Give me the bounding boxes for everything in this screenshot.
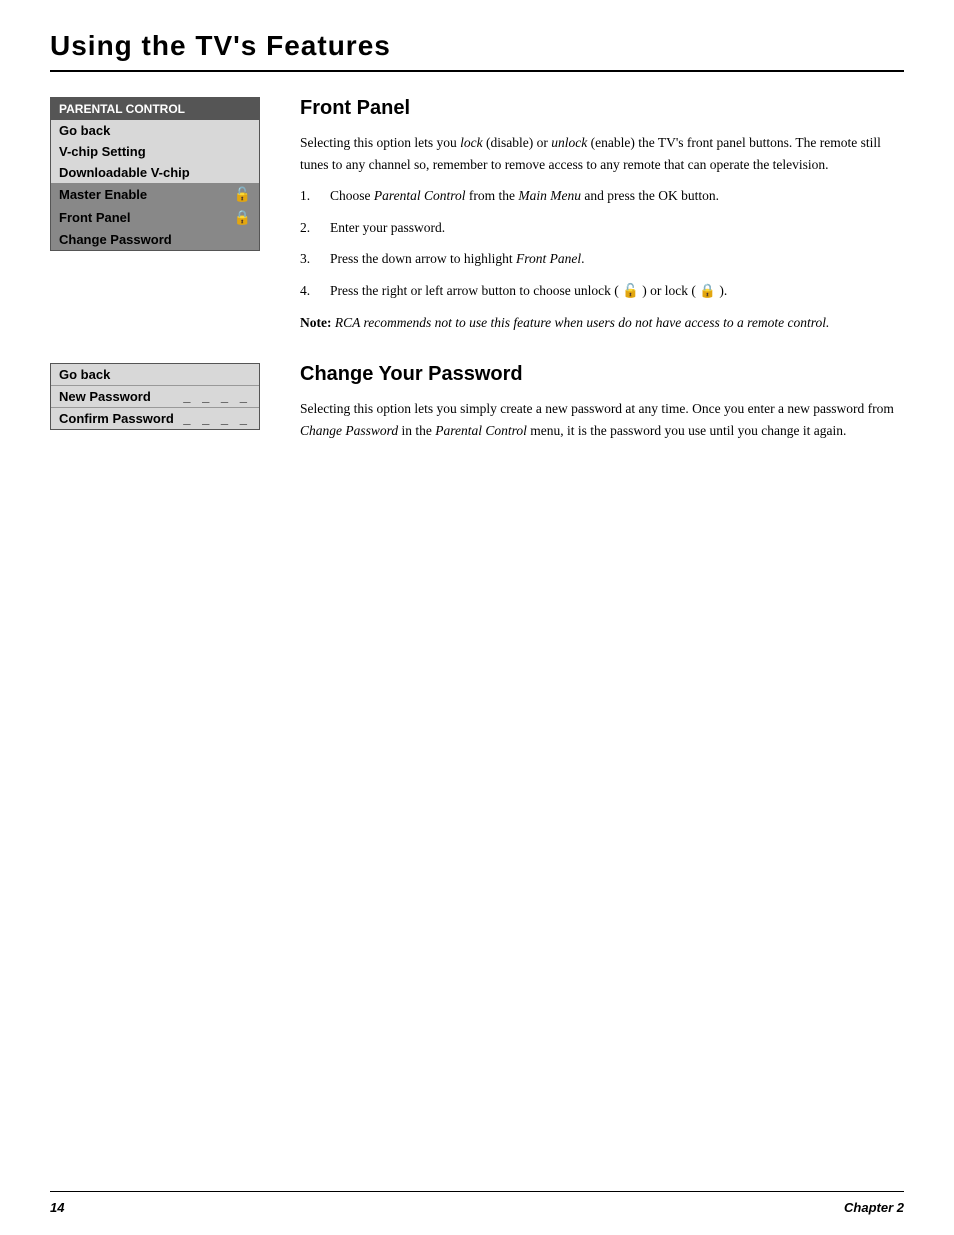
step-1: 1. Choose Parental Control from the Main…	[300, 185, 904, 207]
front-panel-section: Front Panel Selecting this option lets y…	[300, 97, 904, 333]
menu-item-label: Master Enable	[59, 187, 147, 202]
step-4: 4. Press the right or left arrow button …	[300, 280, 904, 302]
note-box: Note: RCA recommends not to use this fea…	[300, 312, 904, 334]
page-title: Using the TV's Features	[50, 30, 904, 72]
menu-item-label: V-chip Setting	[59, 144, 146, 159]
parental-control-menu: PARENTAL CONTROL Go back V-chip Setting …	[50, 97, 270, 333]
menu-item-label: Front Panel	[59, 210, 131, 225]
new-password-dashes: _ _ _ _	[183, 389, 251, 404]
menu-item-downloadable-vchip[interactable]: Downloadable V-chip	[51, 162, 259, 183]
menu-item-front-panel[interactable]: Front Panel 🔒	[51, 206, 259, 229]
menu-item-change-password[interactable]: Change Password	[51, 229, 259, 250]
menu-item-label: Go back	[59, 367, 110, 382]
menu-item-vchip[interactable]: V-chip Setting	[51, 141, 259, 162]
change-password-text: Selecting this option lets you simply cr…	[300, 398, 904, 441]
menu-item-label: Downloadable V-chip	[59, 165, 190, 180]
second-content-area: Go back New Password _ _ _ _ Confirm Pas…	[50, 363, 904, 451]
menu-item-go-back[interactable]: Go back	[51, 120, 259, 141]
steps-list: 1. Choose Parental Control from the Main…	[300, 185, 904, 301]
first-content-area: PARENTAL CONTROL Go back V-chip Setting …	[50, 97, 904, 333]
change-pwd-go-back[interactable]: Go back	[51, 364, 259, 386]
lock-icon: 🔒	[234, 209, 251, 226]
front-panel-intro: Selecting this option lets you lock (dis…	[300, 132, 904, 175]
change-password-heading: Change Your Password	[300, 363, 904, 386]
change-pwd-menu-box: Go back New Password _ _ _ _ Confirm Pas…	[50, 363, 260, 430]
step-3: 3. Press the down arrow to highlight Fro…	[300, 248, 904, 270]
page-container: Using the TV's Features PARENTAL CONTROL…	[0, 0, 954, 1235]
menu-item-label: Confirm Password	[59, 411, 174, 426]
footer-page-number: 14	[50, 1200, 64, 1215]
unlock-icon: 🔓	[234, 186, 251, 203]
change-pwd-confirm-password[interactable]: Confirm Password _ _ _ _	[51, 408, 259, 429]
menu-box: PARENTAL CONTROL Go back V-chip Setting …	[50, 97, 260, 251]
change-password-section: Change Your Password Selecting this opti…	[300, 363, 904, 451]
front-panel-heading: Front Panel	[300, 97, 904, 120]
footer-chapter: Chapter 2	[844, 1200, 904, 1215]
menu-item-label: Go back	[59, 123, 110, 138]
menu-item-label: Change Password	[59, 232, 172, 247]
menu-item-master-enable[interactable]: Master Enable 🔓	[51, 183, 259, 206]
menu-header: PARENTAL CONTROL	[51, 98, 259, 120]
page-footer: 14 Chapter 2	[50, 1191, 904, 1215]
menu-item-label: New Password	[59, 389, 151, 404]
change-pwd-new-password[interactable]: New Password _ _ _ _	[51, 386, 259, 408]
change-password-menu: Go back New Password _ _ _ _ Confirm Pas…	[50, 363, 270, 451]
step-2: 2. Enter your password.	[300, 217, 904, 239]
confirm-password-dashes: _ _ _ _	[183, 411, 251, 426]
